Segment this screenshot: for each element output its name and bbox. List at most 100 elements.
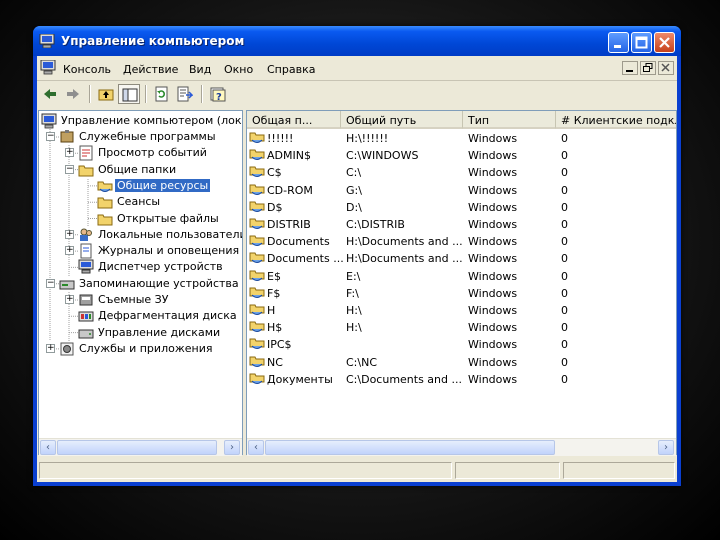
share-path: H:\Documents and ... xyxy=(346,252,463,266)
share-name: H xyxy=(267,304,276,317)
storage-icon xyxy=(59,280,75,290)
forward-arrow-icon xyxy=(67,89,79,99)
client-connections: 0 xyxy=(561,149,568,163)
chevron-right-icon: › xyxy=(664,442,668,453)
expand-icon[interactable]: + xyxy=(65,229,74,239)
console-tree[interactable]: Управление компьютером (локаль − Служебны… xyxy=(38,110,243,455)
share-path: G:\ xyxy=(346,183,362,197)
share-row[interactable]: ADMIN$ C:\WINDOWS Windows 0 xyxy=(247,147,676,164)
mdi-restore-button[interactable] xyxy=(640,61,656,75)
tree-item-label: Служебные программы xyxy=(79,130,216,143)
share-type: Windows xyxy=(468,252,518,266)
folder-icon xyxy=(97,214,113,225)
mdi-minimize-button[interactable] xyxy=(622,61,638,75)
share-name: D$ xyxy=(267,200,283,214)
menu-help[interactable]: Справка xyxy=(267,63,315,76)
scroll-thumb[interactable] xyxy=(57,440,217,455)
share-row[interactable]: !!!!!! H:\!!!!!! Windows 0 xyxy=(247,130,676,147)
share-row[interactable]: Documents H:\Documents and ... Windows 0 xyxy=(247,233,676,250)
scroll-right-button[interactable]: › xyxy=(658,440,674,455)
share-path: D:\ xyxy=(346,200,362,214)
removable-storage-icon xyxy=(79,294,93,306)
share-row[interactable]: F$ F:\ Windows 0 xyxy=(247,285,676,302)
shared-folder-icon xyxy=(249,201,265,212)
show-tree-button[interactable] xyxy=(118,84,140,104)
column-header-share-name[interactable]: Общая п... xyxy=(247,111,341,129)
collapse-icon[interactable]: − xyxy=(46,278,55,288)
share-type: Windows xyxy=(468,235,518,249)
menu-view[interactable]: Вид xyxy=(189,63,211,76)
shared-folder-icon xyxy=(249,252,265,264)
share-row[interactable]: D$ D:\ Windows 0 xyxy=(247,199,676,216)
forward-button[interactable] xyxy=(62,84,84,104)
share-row[interactable]: Документы C:\Documents and ... Windows 0 xyxy=(247,371,676,388)
status-panel-main xyxy=(39,462,452,479)
share-row[interactable]: E$ E:\ Windows 0 xyxy=(247,268,676,285)
event-viewer-icon xyxy=(79,145,93,161)
client-connections: 0 xyxy=(561,132,568,145)
tree-item-label: Съемные ЗУ xyxy=(98,293,169,306)
help-icon: ? xyxy=(210,87,226,102)
folder-icon xyxy=(78,165,94,177)
up-level-button[interactable] xyxy=(95,84,117,104)
close-icon xyxy=(661,63,670,72)
share-path: H:\!!!!!! xyxy=(346,132,389,145)
share-name: F$ xyxy=(267,286,281,300)
share-row[interactable]: DISTRIB C:\DISTRIB Windows 0 xyxy=(247,216,676,233)
share-row[interactable]: Documents ... H:\Documents and ... Windows… xyxy=(247,250,676,267)
export-list-button[interactable] xyxy=(174,84,196,104)
tree-item-label: Управление дисками xyxy=(98,325,221,339)
title-bar[interactable]: Управление компьютером xyxy=(33,26,681,56)
scroll-right-button[interactable]: › xyxy=(224,440,240,455)
share-path: F:\ xyxy=(346,286,359,300)
tree-item-label: Дефрагментация диска xyxy=(98,309,237,323)
refresh-icon xyxy=(155,86,168,102)
column-header-type[interactable]: Тип xyxy=(463,111,556,129)
menu-action[interactable]: Действие xyxy=(123,63,178,76)
expand-icon[interactable]: + xyxy=(46,343,55,353)
scroll-left-button[interactable]: ‹ xyxy=(40,440,56,455)
minimize-button[interactable] xyxy=(608,32,629,53)
share-row[interactable]: NC C:\NC Windows 0 xyxy=(247,354,676,371)
share-row[interactable]: C$ C:\ Windows 0 xyxy=(247,164,676,181)
maximize-button[interactable] xyxy=(631,32,652,53)
tree-horizontal-scrollbar[interactable]: ‹ › xyxy=(39,438,242,456)
share-path: H:\Documents and ... xyxy=(346,235,463,249)
expand-icon[interactable]: + xyxy=(65,246,74,256)
share-row[interactable]: H$ H:\ Windows 0 xyxy=(247,319,676,336)
toolbar-separator xyxy=(89,85,91,103)
share-row[interactable]: IPC$ Windows 0 xyxy=(247,336,676,353)
collapse-icon[interactable]: − xyxy=(46,132,55,141)
expand-icon[interactable]: + xyxy=(65,148,74,158)
minimize-icon xyxy=(614,45,621,48)
menu-window[interactable]: Окно xyxy=(224,63,253,76)
shared-folder-icon xyxy=(249,270,265,281)
client-connections: 0 xyxy=(561,304,568,317)
client-connections: 0 xyxy=(561,321,568,335)
menu-console[interactable]: Консоль xyxy=(63,63,111,76)
list-horizontal-scrollbar[interactable]: ‹ › xyxy=(247,438,676,456)
shared-folder-icon xyxy=(249,184,265,195)
mdi-close-button[interactable] xyxy=(658,61,674,75)
scroll-thumb[interactable] xyxy=(265,440,555,455)
help-button[interactable]: ? xyxy=(207,84,229,104)
mmc-window: Управление компьютером Консоль Действие … xyxy=(33,26,681,486)
shares-list[interactable]: Общая п... Общий путь Тип # Клиентские п… xyxy=(246,110,677,455)
toolbar-separator xyxy=(201,85,203,103)
share-name: IPC$ xyxy=(267,338,292,352)
column-header-path[interactable]: Общий путь xyxy=(341,111,463,129)
collapse-icon[interactable]: − xyxy=(65,164,74,174)
share-row[interactable]: H H:\ Windows 0 xyxy=(247,302,676,319)
scroll-left-button[interactable]: ‹ xyxy=(248,440,264,455)
share-type: Windows xyxy=(468,166,518,180)
share-type: Windows xyxy=(468,304,518,317)
refresh-button[interactable] xyxy=(151,84,173,104)
share-row[interactable]: CD-ROM G:\ Windows 0 xyxy=(247,182,676,199)
back-button[interactable] xyxy=(39,84,61,104)
expand-icon[interactable]: + xyxy=(65,295,74,304)
folder-icon xyxy=(97,197,113,209)
console-window-icon[interactable] xyxy=(40,60,56,75)
column-header-clients[interactable]: # Клиентские подклю xyxy=(556,111,676,129)
close-button[interactable] xyxy=(654,32,675,53)
shared-folder-icon xyxy=(249,132,265,143)
